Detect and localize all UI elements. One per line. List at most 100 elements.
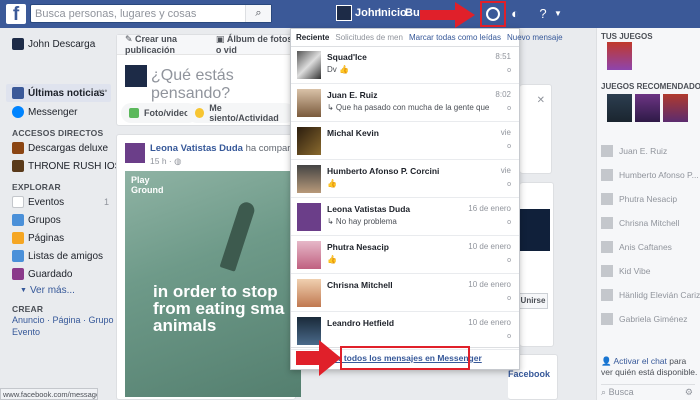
- chat-contact[interactable]: Hänlidg Elevián Cariz: [601, 288, 700, 302]
- bookmark-icon: [12, 268, 24, 280]
- message-item[interactable]: Chrisna Mitchell 10 de enero o: [291, 275, 519, 312]
- message-item[interactable]: Phutra Nesacip 👍 10 de enero o: [291, 237, 519, 274]
- tab-message-requests[interactable]: Solicitudes de men: [335, 33, 403, 42]
- contact-name: Juan E. Ruiz: [619, 146, 668, 156]
- messages-dropdown-header: Reciente Solicitudes de men Marcar todas…: [291, 29, 563, 47]
- post-time-label: 15 h: [150, 156, 167, 166]
- left-sidebar: John Descarga Últimas noticias ••• Messe…: [0, 28, 130, 400]
- post-video[interactable]: Play Ground in order to stop from eating…: [125, 171, 301, 397]
- message-preview: 👍: [327, 255, 491, 264]
- feeling-button[interactable]: Me siento/Actividad: [187, 103, 295, 123]
- message-item[interactable]: Juan E. Ruiz ↳ Que ha pasado con mucha d…: [291, 85, 519, 122]
- sidebar-item-shortcut[interactable]: Descargas deluxe: [12, 140, 108, 156]
- message-item[interactable]: Humberto Afonso P. Corcini 👍 vie o: [291, 161, 519, 198]
- contact-name: Phutra Nesacip: [619, 194, 678, 204]
- create-event-link[interactable]: Evento: [12, 326, 40, 338]
- avatar: [601, 265, 613, 277]
- feed-post: Leona Vatistas Duda ha compartido el vi …: [116, 134, 325, 400]
- message-preview: ↳ Que ha pasado con mucha de la gente qu…: [327, 103, 491, 112]
- enable-chat-link[interactable]: Activar el chat: [614, 356, 667, 366]
- sidebar-item-shortcut[interactable]: THRONE RUSH IOS...: [12, 158, 130, 174]
- create-links[interactable]: Anuncio · Página · Grupo: [12, 314, 114, 326]
- post-author-link[interactable]: Leona Vatistas Duda: [150, 143, 243, 154]
- contact-name: Hänlidg Elevián Cariz: [619, 290, 700, 300]
- your-games-heading: TUS JUEGOS: [601, 32, 653, 41]
- game-thumbnail[interactable]: [663, 94, 688, 122]
- game-thumbnail[interactable]: [607, 42, 632, 70]
- sidebar-item-groups[interactable]: Grupos: [12, 212, 61, 228]
- mark-read-icon[interactable]: o: [507, 219, 511, 226]
- chat-contact[interactable]: Juan E. Ruiz: [601, 144, 667, 158]
- search-icon[interactable]: ⌕: [245, 5, 271, 22]
- create-post-tab[interactable]: ✎ Crear una publicación: [125, 34, 208, 55]
- see-more-link[interactable]: ▼ Ver más...: [20, 282, 75, 298]
- search-input[interactable]: [31, 5, 231, 22]
- chat-contact[interactable]: Chrisna Mitchell: [601, 216, 679, 230]
- sidebar-item-pages[interactable]: Páginas: [12, 230, 64, 246]
- composer-input[interactable]: ¿Qué estás pensando?: [151, 67, 295, 103]
- search-icon: ⌕: [601, 387, 607, 397]
- message-sender: Juan E. Ruiz: [327, 90, 378, 100]
- mark-read-icon[interactable]: o: [507, 295, 511, 302]
- game-thumbnail[interactable]: [607, 94, 632, 122]
- avatar: [297, 279, 321, 307]
- message-sender: Phutra Nesacip: [327, 242, 389, 252]
- mark-all-read-link[interactable]: Marcar todas como leídas: [409, 33, 501, 42]
- sidebar-item-messenger[interactable]: Messenger: [12, 104, 77, 120]
- mark-read-icon[interactable]: o: [507, 333, 511, 340]
- sidebar-item-label: Páginas: [28, 232, 65, 244]
- message-item[interactable]: Squad'Ice Dv 👍 8:51 o: [291, 47, 519, 84]
- annotation-arrow-head: [319, 340, 341, 376]
- chat-contact[interactable]: Humberto Afonso P...: [601, 168, 699, 182]
- avatar: [601, 193, 613, 205]
- chevron-down-icon[interactable]: ▼: [549, 5, 567, 23]
- home-link[interactable]: Inicio: [378, 7, 407, 19]
- mark-read-icon[interactable]: o: [507, 67, 511, 74]
- mark-read-icon[interactable]: o: [507, 181, 511, 188]
- more-options-icon[interactable]: •••: [98, 86, 107, 96]
- chat-search[interactable]: ⌕ Busca ⚙: [601, 384, 695, 398]
- composer-tabs: ✎ Crear una publicación ▣ Álbum de fotos…: [117, 34, 295, 55]
- mark-read-icon[interactable]: o: [507, 105, 511, 112]
- chat-contact[interactable]: Phutra Nesacip: [601, 192, 677, 206]
- sidebar-item-label: Guardado: [28, 268, 73, 280]
- smiley-icon: [195, 108, 205, 118]
- post-composer: ✎ Crear una publicación ▣ Álbum de fotos…: [116, 34, 296, 126]
- avatar[interactable]: [125, 143, 145, 163]
- tab-recent[interactable]: Reciente: [296, 33, 329, 42]
- game-thumbnail[interactable]: [635, 94, 660, 122]
- join-button[interactable]: Unirse: [518, 293, 548, 309]
- chat-contact[interactable]: Kid Vibe: [601, 264, 651, 278]
- promo-banner: Facebook: [508, 369, 551, 379]
- group-suggestion-card: Unirse: [518, 182, 554, 347]
- sidebar-item-friend-lists[interactable]: Listas de amigos: [12, 248, 103, 264]
- facebook-logo-icon[interactable]: f: [6, 4, 26, 25]
- close-icon[interactable]: ✕: [537, 95, 545, 106]
- mark-read-icon[interactable]: o: [507, 257, 511, 264]
- chat-contact[interactable]: Gabriela Giménez: [601, 312, 688, 326]
- gear-icon[interactable]: ⚙: [685, 387, 693, 398]
- sidebar-item-label: John Descarga: [28, 38, 96, 50]
- browser-status-bar: www.facebook.com/messages/t/: [0, 388, 98, 400]
- sidebar-item-saved[interactable]: Guardado: [12, 266, 72, 282]
- album-tab[interactable]: ▣ Álbum de fotos o vid: [216, 34, 295, 55]
- sidebar-item-events[interactable]: Eventos: [12, 194, 64, 210]
- avatar[interactable]: [336, 5, 352, 21]
- contact-name: Gabriela Giménez: [619, 314, 688, 324]
- globe-icon[interactable]: ◐: [506, 5, 524, 23]
- message-preview: 👍: [327, 179, 491, 188]
- new-message-link[interactable]: Nuevo mensaje: [507, 33, 563, 42]
- mark-read-icon[interactable]: o: [507, 143, 511, 150]
- message-time: 8:51: [495, 52, 511, 61]
- thumbs-up-icon: 👍: [327, 179, 337, 188]
- message-time: vie: [500, 166, 511, 175]
- sidebar-item-news-feed[interactable]: Últimas noticias: [12, 85, 105, 101]
- search-box[interactable]: ⌕: [30, 4, 272, 23]
- chat-contact[interactable]: Anis Caftanes: [601, 240, 672, 254]
- message-item[interactable]: Michal Kevin vie o: [291, 123, 519, 160]
- sidebar-item-profile[interactable]: John Descarga: [12, 36, 95, 52]
- message-item[interactable]: Leona Vatistas Duda ↳ No hay problema 16…: [291, 199, 519, 236]
- post-timestamp[interactable]: 15 h · ◍: [150, 156, 182, 167]
- group-thumbnail[interactable]: [520, 209, 550, 251]
- avatar: [297, 165, 321, 193]
